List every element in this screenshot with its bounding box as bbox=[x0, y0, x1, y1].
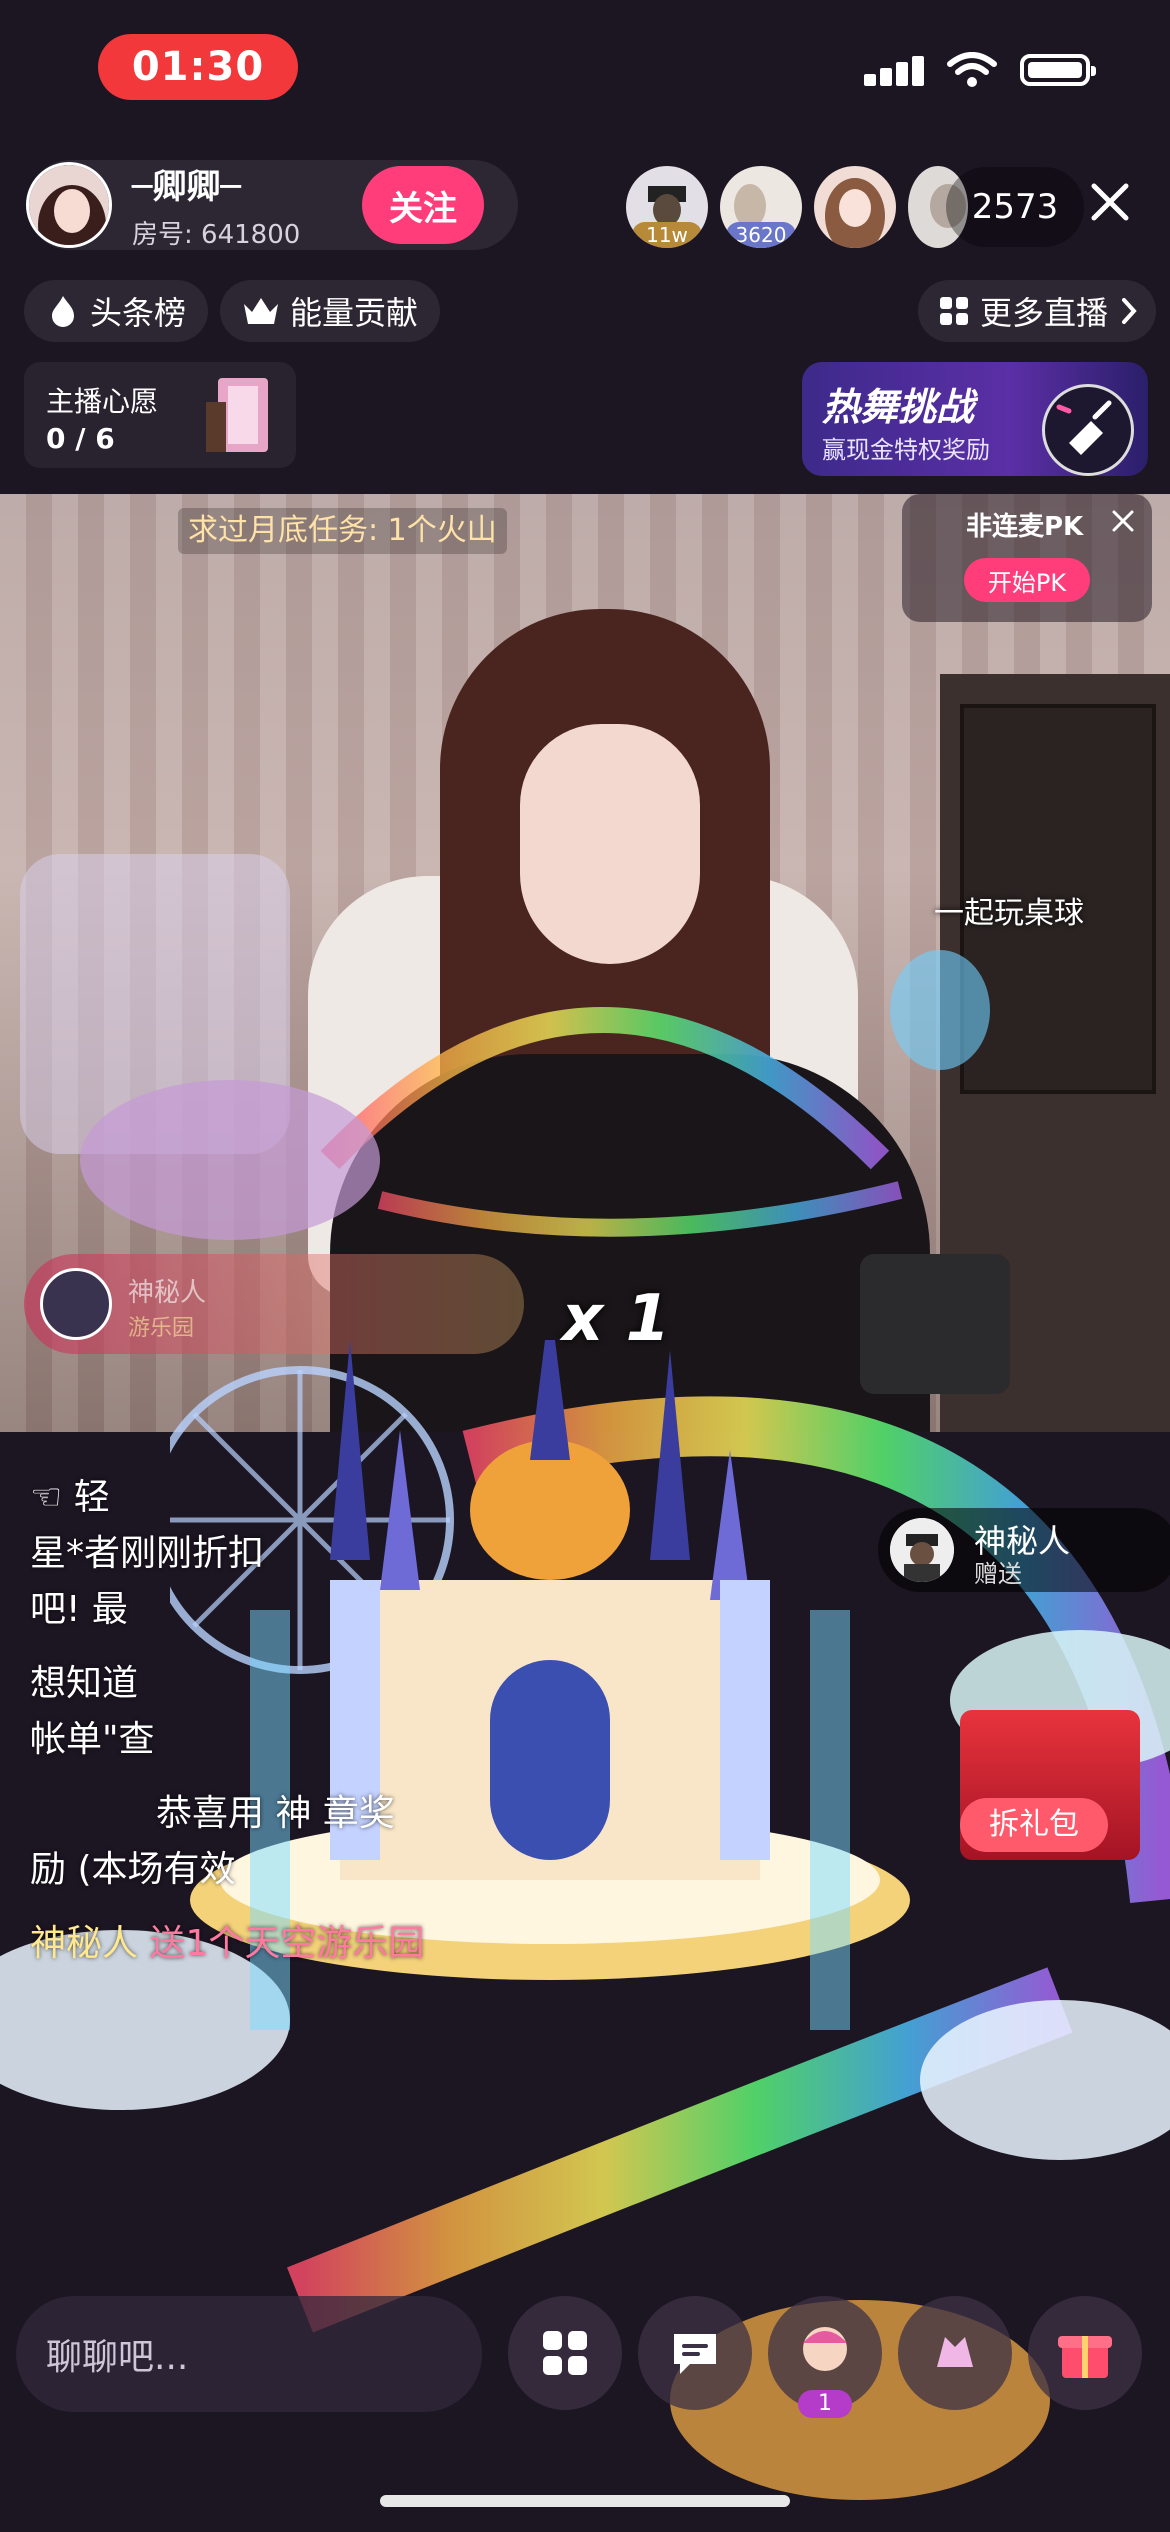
gift-chat-message: 神秘人 送1个天空游乐园 bbox=[30, 1916, 910, 1972]
open-gift-pack-label[interactable]: 拆礼包 bbox=[960, 1798, 1108, 1852]
gift-sender-avatar bbox=[40, 1268, 112, 1340]
chat-input[interactable]: 聊聊吧... bbox=[16, 2296, 482, 2412]
home-indicator[interactable] bbox=[380, 2495, 790, 2507]
chat-message: 想知道 bbox=[30, 1663, 139, 1704]
gift-chat-text: 送1个天空游乐园 bbox=[149, 1923, 425, 1964]
gift-sender-chip[interactable]: 神秘人 赠送 bbox=[878, 1508, 1170, 1592]
character-avatar-icon bbox=[803, 2327, 847, 2371]
gift-sender-name: 神秘人 bbox=[128, 1278, 207, 1308]
chat-bubble-icon bbox=[674, 2334, 716, 2374]
gift-banner: 神秘人 游乐园 bbox=[24, 1254, 524, 1354]
share-button[interactable] bbox=[898, 2296, 1012, 2410]
chat-message: 吧! 最 bbox=[30, 1589, 128, 1630]
sender-action: 赠送 bbox=[974, 1560, 1022, 1588]
cat-share-icon bbox=[937, 2337, 973, 2367]
grid-icon bbox=[543, 2331, 587, 2375]
chat-messages: ☜ 轻 星*者刚刚折扣 吧! 最 想知道 帐单"查 恭喜用 神 章奖 励 (本场… bbox=[30, 1470, 910, 1972]
chat-message: 帐单"查 bbox=[30, 1719, 155, 1760]
gift-name: 游乐园 bbox=[128, 1316, 195, 1341]
viewer-count[interactable]: 2573 bbox=[946, 167, 1084, 247]
message-button[interactable] bbox=[638, 2296, 752, 2410]
chat-username[interactable]: 神秘人 bbox=[30, 1923, 138, 1964]
more-tools-button[interactable] bbox=[508, 2296, 622, 2410]
friends-button[interactable]: 1 bbox=[768, 2296, 882, 2418]
sender-avatar bbox=[890, 1518, 954, 1582]
chat-message: 励 (本场有效 bbox=[30, 1849, 236, 1890]
chat-message: 恭喜用 神 章奖 bbox=[156, 1793, 395, 1834]
chat-message: ☜ 轻 bbox=[30, 1477, 110, 1518]
gift-box-icon bbox=[1058, 2336, 1112, 2378]
gift-button[interactable] bbox=[1028, 2296, 1142, 2410]
chat-message: 星*者刚刚折扣 bbox=[30, 1533, 265, 1574]
friends-count-badge: 1 bbox=[798, 2390, 852, 2418]
